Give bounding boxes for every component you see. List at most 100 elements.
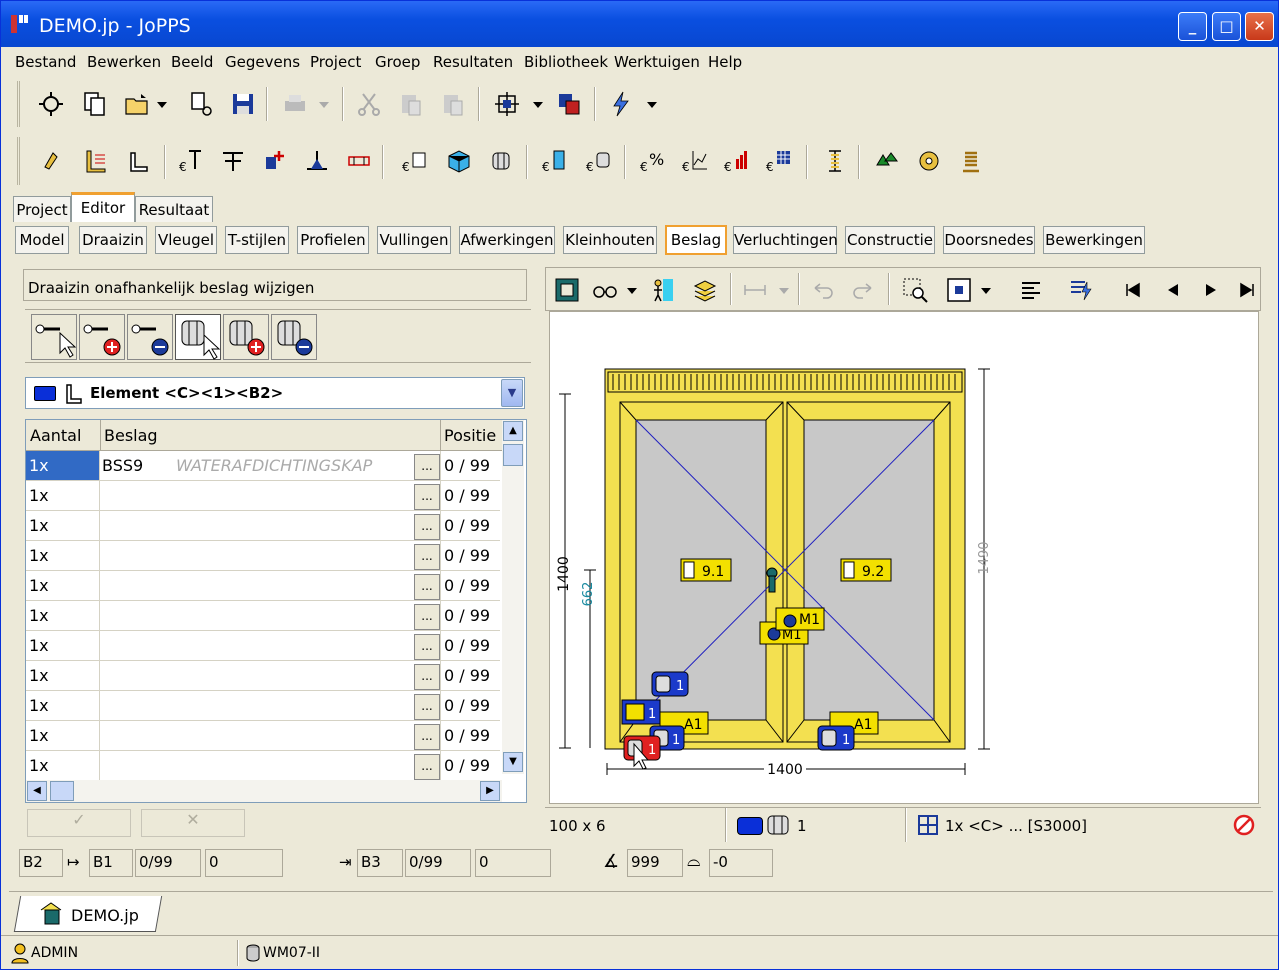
cancel-button[interactable]: ✕ [141,809,245,837]
field-from-offset[interactable]: 0 [205,849,283,877]
menu-resultaten[interactable]: Resultaten [433,53,513,71]
cell-aantal[interactable]: 1x [29,486,49,505]
browse-button[interactable]: ... [414,694,440,720]
confirm-button[interactable]: ✓ [27,809,131,837]
chevron-down-icon[interactable] [624,275,640,305]
cell-aantal[interactable]: 1x [29,576,49,595]
wizard-icon[interactable] [38,146,68,176]
euro-chart-icon[interactable]: € [680,146,710,176]
tab-beslag[interactable]: Beslag [665,225,727,255]
browse-button[interactable]: ... [414,484,440,510]
tab-t-stijlen[interactable]: T-stijlen [225,226,289,254]
cell-beslag[interactable]: BSS9 [102,456,143,475]
table-row[interactable]: 1x... 0 / 99 [26,571,500,601]
field-to-offset[interactable]: 0 [475,849,551,877]
cell-positie[interactable]: 0 / 99 [444,576,490,595]
field-from[interactable]: B1 [89,849,133,877]
tab-vullingen[interactable]: Vullingen [377,226,451,254]
close-button[interactable]: ✕ [1245,12,1274,41]
field-current[interactable]: B2 [19,849,63,877]
browse-button[interactable]: ... [414,604,440,630]
zoom-fit-icon[interactable] [944,275,974,305]
prohibited-icon[interactable] [1233,814,1255,836]
cell-aantal[interactable]: 1x [29,666,49,685]
browse-button[interactable]: ... [414,754,440,780]
euro-fitting-icon[interactable]: € [400,146,430,176]
first-icon[interactable] [1118,275,1148,305]
previous-icon[interactable] [1158,275,1188,305]
chevron-down-icon[interactable] [978,275,994,305]
field-arc[interactable]: -0 [709,849,773,877]
chevron-down-icon[interactable] [776,275,792,305]
element-select[interactable]: Element <C><1><B2> ▼ [25,377,525,409]
euro-table-icon[interactable]: € [764,146,794,176]
cell-aantal[interactable]: 1x [29,636,49,655]
select-hinge-button[interactable] [175,314,221,360]
lightning-icon[interactable] [606,89,636,119]
save-icon[interactable] [228,89,258,119]
chevron-down-icon[interactable] [154,89,170,119]
cell-positie[interactable]: 0 / 99 [444,606,490,625]
table-row[interactable]: 1x... 0 / 99 [26,541,500,571]
menu-bibliotheek[interactable]: Bibliotheek [524,53,608,71]
copy-icon[interactable] [80,89,110,119]
cell-positie[interactable]: 0 / 99 [444,486,490,505]
undo-icon[interactable] [808,275,838,305]
layers-icon[interactable] [690,275,720,305]
cell-positie[interactable]: 0 / 99 [444,756,490,775]
euro-bar-chart-icon[interactable]: € [722,146,752,176]
gear-icon[interactable] [914,146,944,176]
tab-draaizin[interactable]: Draaizin [79,226,147,254]
horizontal-scrollbar[interactable]: ◀ ▶ [26,780,502,802]
dimension-icon[interactable] [740,275,770,305]
table-row[interactable]: 1x... 0 / 99 [26,481,500,511]
window-drawing[interactable]: 1400 662 1490 1400 9.1 9.2 M1 M1 A1 A1 1… [550,312,1258,803]
cell-aantal[interactable]: 1x [29,456,49,475]
table-row[interactable]: 1x... 0 / 99 [26,691,500,721]
cell-positie[interactable]: 0 / 99 [444,456,490,475]
scroll-thumb[interactable] [503,444,523,466]
browse-button[interactable]: ... [414,514,440,540]
cell-aantal[interactable]: 1x [29,606,49,625]
euro-hinge-icon[interactable]: € [584,146,614,176]
table-row[interactable]: 1x... 0 / 99 [26,631,500,661]
scroll-down-icon[interactable]: ▼ [503,752,523,772]
cut-icon[interactable] [354,89,384,119]
next-icon[interactable] [1196,275,1226,305]
col-aantal[interactable]: Aantal [30,426,81,445]
menu-gegevens[interactable]: Gegevens [225,53,300,71]
browse-button[interactable]: ... [414,574,440,600]
t-profile-icon[interactable] [218,146,248,176]
redo-icon[interactable] [848,275,878,305]
tab-doorsnedes[interactable]: Doorsnedes [943,226,1035,254]
add-handle-button[interactable] [79,314,125,360]
cell-aantal[interactable]: 1x [29,696,49,715]
table-row[interactable]: 1x BSS9 WATERAFDICHTINGSKAP... 0 / 99 [26,451,500,481]
cell-positie[interactable]: 0 / 99 [444,636,490,655]
menu-help[interactable]: Help [708,53,742,71]
field-to-pos[interactable]: 0/99 [405,849,471,877]
menu-werktuigen[interactable]: Werktuigen [614,53,700,71]
drawing-canvas[interactable]: 1400 662 1490 1400 9.1 9.2 M1 M1 A1 A1 1… [549,311,1259,804]
table-row[interactable]: 1x... 0 / 99 [26,721,500,751]
cell-positie[interactable]: 0 / 99 [444,546,490,565]
menu-bestand[interactable]: Bestand [15,53,76,71]
browse-button[interactable]: ... [414,724,440,750]
print-icon[interactable] [280,89,310,119]
table-row[interactable]: 1x... 0 / 99 [26,601,500,631]
handle-icon[interactable] [766,567,778,593]
add-profile-icon[interactable] [260,146,290,176]
paste-special-icon[interactable] [438,89,468,119]
chevron-down-icon[interactable] [644,89,660,119]
cell-aantal[interactable]: 1x [29,546,49,565]
tab-verluchtingen[interactable]: Verluchtingen [733,226,838,254]
tab-kleinhouten[interactable]: Kleinhouten [563,226,657,254]
browse-button[interactable]: ... [414,544,440,570]
menu-project[interactable]: Project [310,53,361,71]
recycle-icon[interactable] [872,146,902,176]
maximize-button[interactable]: □ [1212,12,1241,41]
euro-percent-icon[interactable]: €% [638,146,668,176]
select-handle-button[interactable] [31,314,77,360]
tab-bewerkingen[interactable]: Bewerkingen [1043,226,1145,254]
cell-positie[interactable]: 0 / 99 [444,726,490,745]
